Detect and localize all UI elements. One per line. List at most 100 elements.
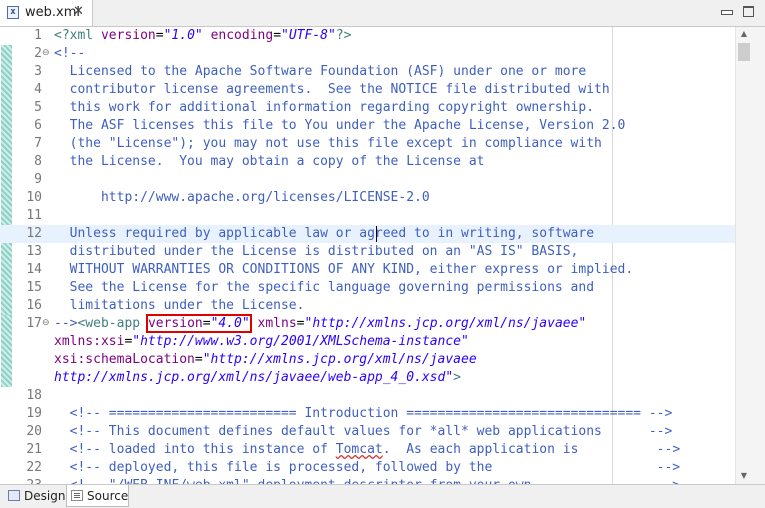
tab-web-xml[interactable]: x web.xml ✕ bbox=[0, 0, 93, 26]
code-text: <!-- deployed, this file is processed, f… bbox=[54, 459, 681, 477]
code-line[interactable]: 6 The ASF licenses this file to You unde… bbox=[0, 117, 735, 135]
design-view-icon bbox=[8, 490, 20, 501]
code-line[interactable]: 8 the License. You may obtain a copy of … bbox=[0, 153, 735, 171]
vertical-scrollbar[interactable]: ▲ ▼ bbox=[735, 27, 765, 484]
line-number: 4 bbox=[34, 82, 42, 97]
tab-source-label: Source bbox=[87, 489, 129, 503]
code-line[interactable]: xmlns:xsi="http://www.w3.org/2001/XMLSch… bbox=[0, 333, 735, 351]
code-line[interactable]: 22 <!-- deployed, this file is processed… bbox=[0, 459, 735, 477]
code-line[interactable]: xsi:schemaLocation="http://xmlns.jcp.org… bbox=[0, 351, 735, 369]
code-token: > bbox=[453, 370, 461, 385]
code-line[interactable]: 12 Unless required by applicable law or … bbox=[0, 225, 735, 243]
code-token: <!-- This document defines default value… bbox=[54, 424, 673, 439]
line-number: 21 bbox=[26, 442, 42, 457]
code-token: "http://xmlns.jcp.org/xml/ns/javaee bbox=[202, 352, 477, 367]
code-token: = bbox=[273, 28, 282, 43]
code-text: <!-- "/WEB-INF/web.xml" deployment descr… bbox=[54, 477, 681, 484]
line-number: 13 bbox=[26, 244, 42, 259]
code-token: WITHOUT WARRANTIES OR CONDITIONS OF ANY … bbox=[54, 262, 634, 277]
source-editor[interactable]: 1 <?xml version="1.0" encoding="UTF-8"?> 2… bbox=[0, 27, 735, 484]
code-token: limitations under the License. bbox=[54, 298, 305, 313]
tab-source[interactable]: Source bbox=[66, 485, 129, 507]
line-number: 23 bbox=[14, 477, 42, 484]
code-token: the License. You may obtain a copy of th… bbox=[54, 154, 485, 169]
code-token: encoding bbox=[210, 28, 274, 43]
code-line[interactable]: 5 this work for additional information r… bbox=[0, 99, 735, 117]
code-line[interactable]: 7 (the "License"); you may not use this … bbox=[0, 135, 735, 153]
code-text: <?xml version="1.0" encoding="UTF-8"?> bbox=[54, 27, 351, 45]
tab-design[interactable]: Design bbox=[4, 485, 66, 507]
code-line[interactable]: 15 See the License for the specific lang… bbox=[0, 279, 735, 297]
code-text: contributor license agreements. See the … bbox=[54, 81, 610, 99]
code-text: The ASF licenses this file to You under … bbox=[54, 117, 626, 135]
code-line[interactable]: 9 bbox=[0, 171, 735, 189]
xml-file-icon: x bbox=[7, 6, 19, 19]
code-text: <!-- This document defines default value… bbox=[54, 423, 673, 441]
code-line[interactable]: 23 <!-- "/WEB-INF/web.xml" deployment de… bbox=[0, 477, 735, 484]
close-icon[interactable]: ✕ bbox=[73, 4, 84, 19]
code-text: the License. You may obtain a copy of th… bbox=[54, 153, 485, 171]
code-line[interactable]: 20 <!-- This document defines default va… bbox=[0, 423, 735, 441]
scroll-down-icon[interactable]: ▼ bbox=[738, 470, 750, 482]
code-line[interactable]: 14 WITHOUT WARRANTIES OR CONDITIONS OF A… bbox=[0, 261, 735, 279]
code-token: <!-- ======================== Introducti… bbox=[54, 406, 673, 421]
scroll-thumb[interactable] bbox=[738, 43, 750, 61]
line-number: 5 bbox=[34, 100, 42, 115]
minimize-icon[interactable] bbox=[719, 4, 735, 18]
code-token: <!-- loaded into this instance of bbox=[54, 442, 336, 457]
code-line[interactable]: 21 <!-- loaded into this instance of Tom… bbox=[0, 441, 735, 459]
code-token: = bbox=[296, 316, 305, 331]
code-text: this work for additional information reg… bbox=[54, 99, 594, 117]
text-caret bbox=[376, 226, 377, 242]
code-token: ?> bbox=[335, 28, 352, 43]
code-token: = bbox=[194, 352, 203, 367]
code-token: The ASF licenses this file to You under … bbox=[54, 118, 626, 133]
code-token: contributor license agreements. See the … bbox=[54, 82, 610, 97]
code-line[interactable]: 13 distributed under the License is dist… bbox=[0, 243, 735, 261]
code-text: --><web-app version="4.0" xmlns="http://… bbox=[54, 314, 587, 333]
line-number: 16 bbox=[26, 298, 42, 313]
code-line[interactable]: 1 <?xml version="1.0" encoding="UTF-8"?> bbox=[0, 27, 735, 45]
fold-toggle-icon[interactable]: ⊖ bbox=[42, 318, 50, 329]
code-token: "1.0" bbox=[163, 28, 203, 43]
code-line[interactable]: 19 <!-- ======================== Introdu… bbox=[0, 405, 735, 423]
code-line[interactable]: 3 Licensed to the Apache Software Founda… bbox=[0, 63, 735, 81]
code-token: Unless required by applicable law or agr… bbox=[54, 226, 595, 241]
code-text: (the "License"); you may not use this fi… bbox=[54, 135, 602, 153]
line-number: 22 bbox=[26, 460, 42, 475]
code-text: limitations under the License. bbox=[54, 297, 305, 315]
code-token: this work for additional information reg… bbox=[54, 100, 595, 115]
code-text: Unless required by applicable law or agr… bbox=[54, 225, 594, 243]
fold-toggle-icon[interactable]: ⊖ bbox=[42, 48, 50, 59]
line-number: 15 bbox=[26, 280, 42, 295]
editor-mode-tabs: Design Source bbox=[0, 484, 765, 508]
maximize-icon[interactable] bbox=[741, 4, 757, 18]
scroll-up-icon[interactable]: ▲ bbox=[738, 28, 750, 40]
code-line[interactable]: 16 limitations under the License. bbox=[0, 297, 735, 315]
line-number: 2 bbox=[34, 46, 42, 61]
code-token: "UTF-8" bbox=[281, 28, 336, 43]
code-token: version bbox=[100, 28, 156, 43]
code-line[interactable]: 11 bbox=[0, 207, 735, 225]
code-line[interactable]: http://xmlns.jcp.org/xml/ns/javaee/web-a… bbox=[0, 369, 735, 387]
code-token: <?xml bbox=[54, 28, 101, 43]
code-line[interactable]: 2 ⊖ <!-- bbox=[0, 45, 735, 63]
code-token: (the "License"); you may not use this fi… bbox=[54, 136, 602, 151]
code-token: version bbox=[147, 316, 203, 331]
code-line[interactable]: 10 http://www.apache.org/licenses/LICENS… bbox=[0, 189, 735, 207]
code-token: <!-- bbox=[54, 46, 86, 61]
code-text: Licensed to the Apache Software Foundati… bbox=[54, 63, 587, 81]
code-text: xmlns:xsi="http://www.w3.org/2001/XMLSch… bbox=[54, 333, 469, 351]
line-number: 6 bbox=[34, 118, 42, 133]
code-line[interactable]: 17 ⊖ --><web-app version="4.0" xmlns="http… bbox=[0, 314, 735, 333]
code-text: <!-- bbox=[54, 45, 85, 63]
code-line[interactable]: 18 bbox=[0, 387, 735, 405]
code-token: "http://xmlns.jcp.org/xml/ns/javaee" bbox=[304, 316, 587, 331]
line-number: 11 bbox=[26, 208, 42, 223]
code-text: xsi:schemaLocation="http://xmlns.jcp.org… bbox=[54, 351, 477, 369]
code-line[interactable]: 4 contributor license agreements. See th… bbox=[0, 81, 735, 99]
code-text: distributed under the License is distrib… bbox=[54, 243, 579, 261]
line-number: 12 bbox=[26, 226, 42, 241]
code-text: http://www.apache.org/licenses/LICENSE-2… bbox=[54, 189, 430, 207]
line-number: 8 bbox=[34, 154, 42, 169]
